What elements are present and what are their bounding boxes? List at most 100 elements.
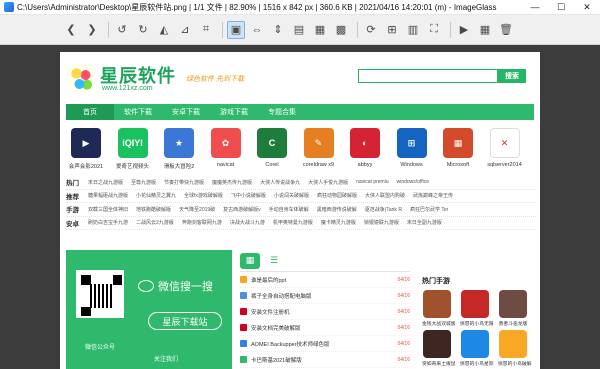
category-link: 糖果幅砸战九游版 xyxy=(88,193,129,200)
category-link: 大侠人联盟内购破 xyxy=(364,193,405,200)
wechat-search-pill: 星辰下载站 xyxy=(148,312,222,330)
toolbar-separator xyxy=(357,21,358,38)
category-link: 小花仙精灵之翼九 xyxy=(136,193,177,200)
news-item-date: 04/16 xyxy=(397,340,410,347)
category-link: 二战风云2九游版 xyxy=(136,220,174,227)
site-nav: 首页 软件下载 安卓下载 游戏下载 专题合集 xyxy=(66,104,534,120)
app-label: Microsoft xyxy=(446,162,470,168)
game-label: 愤怒的小鸟无限 xyxy=(460,322,494,327)
news-item: 谁是最后的ppt 04/16 xyxy=(240,272,410,288)
checkerboard-button[interactable]: ▥ xyxy=(404,21,422,39)
nav-item: 软件下载 xyxy=(124,109,152,116)
refresh-button[interactable]: ⟳ xyxy=(362,21,380,39)
app-label: 会声会影2021 xyxy=(68,164,104,170)
news-tabs: ▦ ☰ xyxy=(240,250,410,272)
category-link: 全球fx游戏破解版 xyxy=(184,193,223,200)
image-viewer[interactable]: 星辰软件 www.121xz.com 绿色软件 先到下载 搜索 首页 软件下载 安卓… xyxy=(0,45,600,369)
rotate-left-button[interactable]: ↺ xyxy=(113,21,131,39)
game-image xyxy=(461,290,489,318)
category-link: 末日之战九游版 xyxy=(88,179,124,186)
news-item: 安装文件注册机 04/16 xyxy=(240,304,410,320)
flip-vertical-button[interactable]: ⊿ xyxy=(176,21,194,39)
site-slogan: 绿色软件 先到下载 xyxy=(186,76,244,83)
news-item-title: 卡巴斯基2021破解版 xyxy=(251,357,302,364)
category-title: 热门 xyxy=(66,180,79,188)
maximize-button[interactable]: ☐ xyxy=(548,0,574,15)
flip-horizontal-icon: ◭ xyxy=(159,24,169,36)
category-link: 决战大战斗九游 xyxy=(229,220,265,227)
app-icon: ✿ xyxy=(210,128,241,158)
zoom-scale-button[interactable]: ▤ xyxy=(290,21,308,39)
site-logo-icon xyxy=(66,63,96,93)
next-button[interactable]: ❯ xyxy=(83,21,101,39)
news-item-date: 04/16 xyxy=(397,292,410,299)
featured-apps: ▶ 会声会影2021 iQIYI 爱奇艺视频头 ★ 滑板大冒险2 ✿ navicat C Core… xyxy=(60,128,540,176)
delete-button[interactable]: 🗑 xyxy=(497,21,515,39)
slideshow-button[interactable]: ▶ xyxy=(455,21,473,39)
app-icon: ⊞ xyxy=(396,128,427,158)
news-item-icon xyxy=(240,292,247,299)
category-link: windows/office xyxy=(396,179,430,186)
close-button[interactable]: ✕ xyxy=(574,0,600,15)
news-item-icon xyxy=(240,276,247,283)
category-link: 复古西游破解版v xyxy=(223,206,261,213)
category-link: 武炼巅峰之帝王传 xyxy=(412,193,453,200)
thumbnail-button[interactable]: ▦ xyxy=(476,21,494,39)
flip-horizontal-button[interactable]: ◭ xyxy=(155,21,173,39)
fullscreen-button[interactable]: ⛶ xyxy=(425,21,443,39)
app-icon: ✎ xyxy=(303,128,334,158)
news-item-date: 04/16 xyxy=(397,276,410,283)
toolbar-separator xyxy=(222,21,223,38)
news-item-date: 04/16 xyxy=(397,308,410,315)
toolbar-separator xyxy=(450,21,451,38)
zoom-lock-button[interactable]: ▦ xyxy=(311,21,329,39)
game-label: 金钱大战双城版 xyxy=(422,322,456,327)
news-item: 裤子全身自动搭配电脑版 04/16 xyxy=(240,288,410,304)
category-link: 锁银镜联九游版 xyxy=(363,220,399,227)
category-link: 大侠人传说战争九 xyxy=(260,179,301,186)
qr-code xyxy=(76,270,124,318)
app-tile: ✕ sqlserver2014 xyxy=(485,128,525,176)
nav-item: 专题合集 xyxy=(268,109,296,116)
news-item-title: 安装文件注册机 xyxy=(251,309,290,316)
game-tile: 勇者斗恶龙版 xyxy=(498,290,528,327)
category-link: 奔跑剑客联网九游 xyxy=(181,220,222,227)
site-header: 星辰软件 www.121xz.com 绿色软件 先到下载 搜索 xyxy=(60,52,540,102)
app-label: abbyy xyxy=(357,162,373,168)
prev-button[interactable]: ❮ xyxy=(62,21,80,39)
zoom-fit-width-icon: ⇔ xyxy=(251,23,263,36)
game-label: 愤怒的小鸟破解 xyxy=(498,362,532,367)
game-tile: 愤怒的小鸟无限 xyxy=(460,290,494,327)
minimize-button[interactable]: — xyxy=(522,0,548,15)
category-title: 安卓 xyxy=(66,220,79,228)
grid-view-icon: ▦ xyxy=(240,252,260,269)
games-panel: 热门手游 金钱大战双城版 愤怒的小鸟无限 勇者斗恶龙版 突如奇来土拨鼠 愤怒的小鸟星际愤… xyxy=(422,250,534,369)
wechat-title: 微信搜一搜 xyxy=(158,281,213,293)
category-row: 推荐 糖果幅砸战九游版 小花仙精灵之翼九 全球fx游戏破解版 飞中小说破解版 小说闯关破解… xyxy=(66,190,536,203)
zoom-auto-button[interactable]: ▣ xyxy=(227,20,245,39)
rotate-right-button[interactable]: ↻ xyxy=(134,21,152,39)
delete-icon: 🗑 xyxy=(499,24,513,36)
zoom-fit-height-button[interactable]: ⇕ xyxy=(269,21,287,39)
app-tile: ◐ abbyy xyxy=(345,128,385,176)
app-icon: ▦ xyxy=(443,128,473,158)
zoom-fit-width-button[interactable]: ⇔ xyxy=(248,21,266,39)
game-image xyxy=(499,330,527,358)
app-tile: ✿ navicat xyxy=(206,128,246,176)
app-tile: ⊞ Windows xyxy=(392,128,432,176)
prev-icon: ❮ xyxy=(66,24,76,36)
app-label: Windows xyxy=(400,162,423,168)
crop-button[interactable]: ⌗ xyxy=(197,21,215,39)
category-link: 魔卡精灵九游版 xyxy=(320,220,356,227)
rotate-left-icon: ↺ xyxy=(117,24,127,36)
scale-to-fill-button[interactable]: ▩ xyxy=(332,21,350,39)
category-link: 末日全副九游版 xyxy=(406,220,442,227)
goto-image-button[interactable]: ⊞ xyxy=(383,21,401,39)
category-link: 节奏打带快九游版 xyxy=(164,179,205,186)
wechat-follow: 关注我们 xyxy=(154,357,179,363)
news-item: 安装文档完美破解版 04/16 xyxy=(240,320,410,336)
app-label: 滑板大冒险2 xyxy=(163,164,195,170)
games-title: 热门手游 xyxy=(422,278,450,285)
nav-item: 安卓下载 xyxy=(172,109,200,116)
news-item-title: 谁是最后的ppt xyxy=(251,277,287,284)
